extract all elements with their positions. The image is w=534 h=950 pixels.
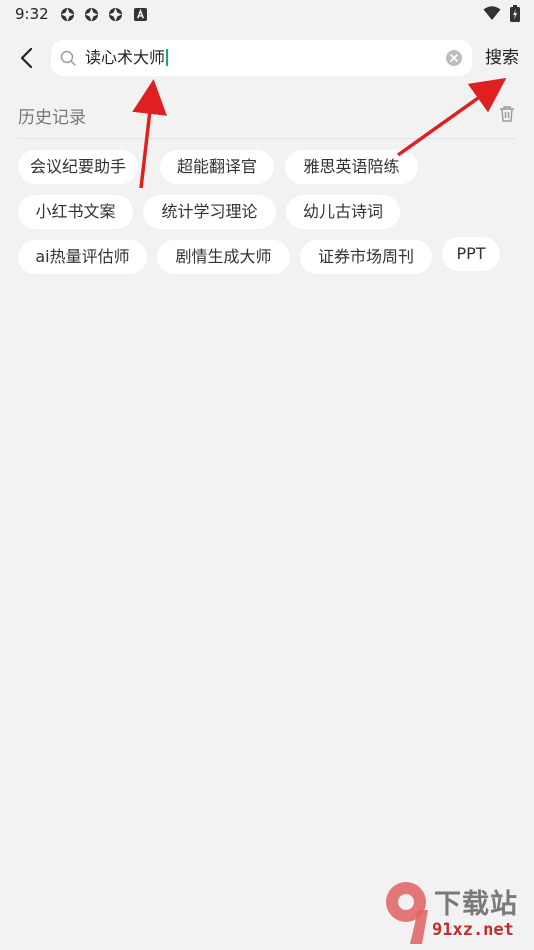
watermark-logo-icon <box>386 882 428 944</box>
watermark: 下载站 91xz.net <box>380 880 530 946</box>
annotation-arrows <box>132 77 507 189</box>
annotation-arrow <box>396 77 507 157</box>
watermark-brand: 下载站 <box>434 889 518 920</box>
watermark-url: 91xz.net <box>432 920 514 940</box>
annotation-arrow <box>132 79 167 189</box>
